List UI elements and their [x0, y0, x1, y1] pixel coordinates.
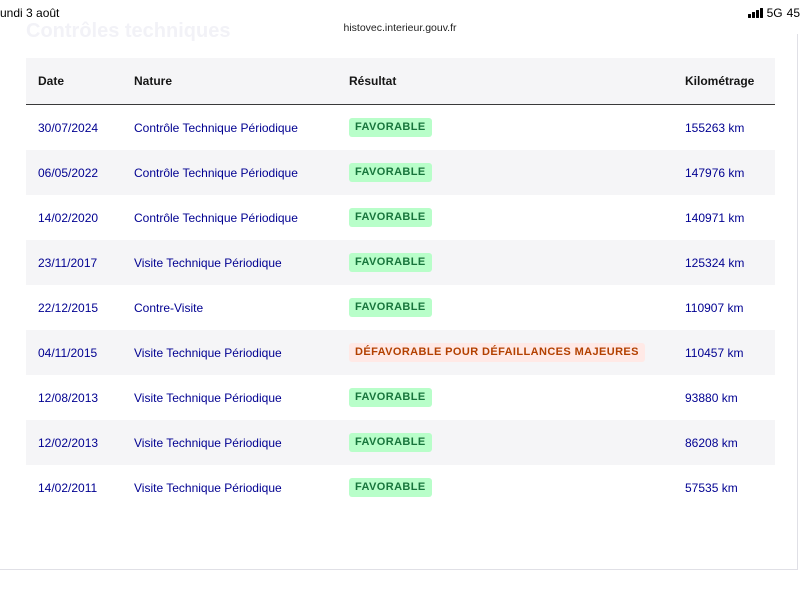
- cell-result: FAVORABLE: [349, 150, 685, 195]
- cell-date: 30/07/2024: [38, 120, 99, 135]
- cell-result: FAVORABLE: [349, 195, 685, 240]
- favorable-badge: FAVORABLE: [349, 478, 432, 497]
- cell-mileage: 57535 km: [685, 480, 738, 495]
- table-row: 14/02/2011 Visite Technique Périodique FAV…: [26, 465, 775, 510]
- cell-nature: Visite Technique Périodique: [134, 345, 282, 360]
- cell-mileage: 110457 km: [685, 345, 744, 360]
- page: undi 3 août 5G 45 Contrôles techniques h…: [0, 0, 800, 600]
- table-row: 12/08/2013 Visite Technique Périodique FAV…: [26, 375, 775, 420]
- cell-result: FAVORABLE: [349, 240, 685, 285]
- header-nature: Nature: [134, 58, 349, 105]
- table-row: 04/11/2015 Visite Technique Périodique DÉF…: [26, 330, 775, 375]
- header-date: Date: [26, 58, 134, 105]
- network-type: 5G: [766, 6, 783, 20]
- favorable-badge: FAVORABLE: [349, 388, 432, 407]
- cell-result: FAVORABLE: [349, 420, 685, 465]
- status-date: undi 3 août: [0, 6, 60, 20]
- cell-date: 12/08/2013: [38, 390, 99, 405]
- cell-mileage: 155263 km: [685, 120, 745, 135]
- favorable-badge: FAVORABLE: [349, 298, 432, 317]
- cell-mileage: 125324 km: [685, 255, 745, 270]
- cell-mileage: 147976 km: [685, 165, 745, 180]
- cell-date: 04/11/2015: [38, 345, 98, 360]
- cell-result: FAVORABLE: [349, 105, 685, 151]
- cell-date: 22/12/2015: [38, 300, 99, 315]
- favorable-badge: FAVORABLE: [349, 118, 432, 137]
- favorable-badge: FAVORABLE: [349, 433, 432, 452]
- table-row: 06/05/2022 Contrôle Technique Périodique F…: [26, 150, 775, 195]
- cell-date: 14/02/2011: [38, 480, 98, 495]
- unfavorable-badge: DÉFAVORABLE POUR DÉFAILLANCES MAJEURES: [349, 343, 645, 362]
- cell-nature: Contrôle Technique Périodique: [134, 210, 298, 225]
- cell-mileage: 86208 km: [685, 435, 738, 450]
- cell-result: FAVORABLE: [349, 375, 685, 420]
- favorable-badge: FAVORABLE: [349, 163, 432, 182]
- battery-level: 45: [786, 6, 800, 20]
- technical-inspections-table: Date Nature Résultat Kilométrage 30/07/2…: [26, 58, 775, 510]
- table-header-row: Date Nature Résultat Kilométrage: [26, 58, 775, 105]
- table-row: 30/07/2024 Contrôle Technique Périodique F…: [26, 105, 775, 151]
- table-row: 22/12/2015 Contre-Visite FAVORABLE 110907 k…: [26, 285, 775, 330]
- cell-result: FAVORABLE: [349, 285, 685, 330]
- cell-date: 14/02/2020: [38, 210, 99, 225]
- cell-nature: Visite Technique Périodique: [134, 255, 282, 270]
- header-result: Résultat: [349, 58, 685, 105]
- cell-nature: Contrôle Technique Périodique: [134, 120, 298, 135]
- cell-nature: Contrôle Technique Périodique: [134, 165, 298, 180]
- signal-strength-icon: [747, 8, 763, 18]
- status-right: 5G 45: [747, 6, 800, 20]
- cell-mileage: 140971 km: [685, 210, 745, 225]
- table-row: 12/02/2013 Visite Technique Périodique FAV…: [26, 420, 775, 465]
- cell-date: 12/02/2013: [38, 435, 99, 450]
- header-mileage: Kilométrage: [685, 58, 775, 105]
- table-body: 30/07/2024 Contrôle Technique Périodique F…: [26, 105, 775, 511]
- cell-result: DÉFAVORABLE POUR DÉFAILLANCES MAJEURES: [349, 330, 685, 375]
- table-row: 14/02/2020 Contrôle Technique Périodique F…: [26, 195, 775, 240]
- cell-mileage: 93880 km: [685, 390, 738, 405]
- cell-date: 23/11/2017: [38, 255, 98, 270]
- cell-result: FAVORABLE: [349, 465, 685, 510]
- cell-date: 06/05/2022: [38, 165, 99, 180]
- technical-inspections-card: Date Nature Résultat Kilométrage 30/07/2…: [0, 34, 798, 570]
- cell-mileage: 110907 km: [685, 300, 744, 315]
- cell-nature: Visite Technique Périodique: [134, 390, 282, 405]
- favorable-badge: FAVORABLE: [349, 253, 432, 272]
- favorable-badge: FAVORABLE: [349, 208, 432, 227]
- cell-nature: Visite Technique Périodique: [134, 480, 282, 495]
- table-row: 23/11/2017 Visite Technique Périodique FAV…: [26, 240, 775, 285]
- cell-nature: Contre-Visite: [134, 300, 204, 315]
- cell-nature: Visite Technique Périodique: [134, 435, 282, 450]
